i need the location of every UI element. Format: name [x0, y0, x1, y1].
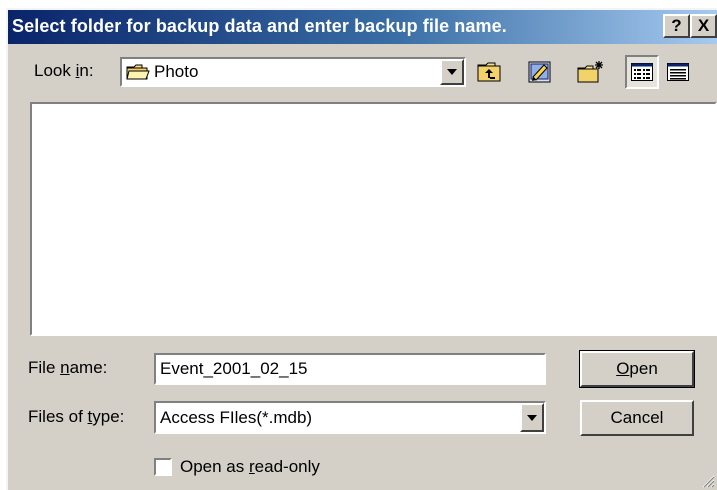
filetype-value: Access FIles(*.mdb): [160, 408, 313, 427]
file-dialog: Select folder for backup data and enter …: [6, 8, 717, 490]
filetype-select[interactable]: Access FIles(*.mdb): [154, 401, 546, 434]
filename-input-wrap: [154, 353, 546, 385]
filename-input[interactable]: [156, 355, 544, 383]
new-folder-button[interactable]: [574, 55, 608, 89]
readonly-label[interactable]: Open as read-only: [180, 457, 320, 477]
dialog-title: Select folder for backup data and enter …: [12, 16, 507, 36]
lookin-label: Look in:: [34, 61, 94, 80]
filetype-dropdown-button[interactable]: [520, 403, 544, 432]
up-one-level-icon: [477, 62, 501, 82]
close-button[interactable]: X: [690, 14, 717, 38]
filename-label: File name:: [28, 358, 108, 377]
chevron-down-icon: [447, 69, 457, 75]
list-view-icon: [631, 63, 653, 81]
help-icon: ?: [671, 16, 682, 35]
details-view-button[interactable]: [661, 55, 695, 89]
cancel-button[interactable]: Cancel: [580, 400, 694, 436]
lookin-combobox[interactable]: Photo: [120, 57, 466, 87]
open-button[interactable]: Open: [579, 350, 695, 388]
new-folder-icon: [577, 61, 603, 83]
up-one-level-button[interactable]: [473, 55, 507, 89]
readonly-checkbox[interactable]: [154, 458, 172, 476]
resize-grip-icon[interactable]: [701, 474, 715, 488]
title-bar[interactable]: Select folder for backup data and enter …: [8, 10, 717, 44]
cancel-button-label: Cancel: [610, 408, 664, 427]
details-view-icon: [667, 63, 689, 81]
desktop-icon: [528, 61, 551, 83]
desktop-button[interactable]: [523, 55, 557, 89]
filetype-label: Files of type:: [28, 407, 125, 426]
chevron-down-icon: [527, 414, 537, 421]
list-view-button[interactable]: [625, 55, 659, 89]
help-button[interactable]: ?: [663, 14, 690, 38]
file-list[interactable]: [30, 102, 717, 336]
folder-icon: [126, 64, 150, 80]
open-button-label: Open: [616, 359, 658, 378]
close-icon: X: [697, 16, 710, 35]
lookin-value: Photo: [154, 62, 199, 81]
lookin-dropdown-button[interactable]: [440, 59, 464, 85]
